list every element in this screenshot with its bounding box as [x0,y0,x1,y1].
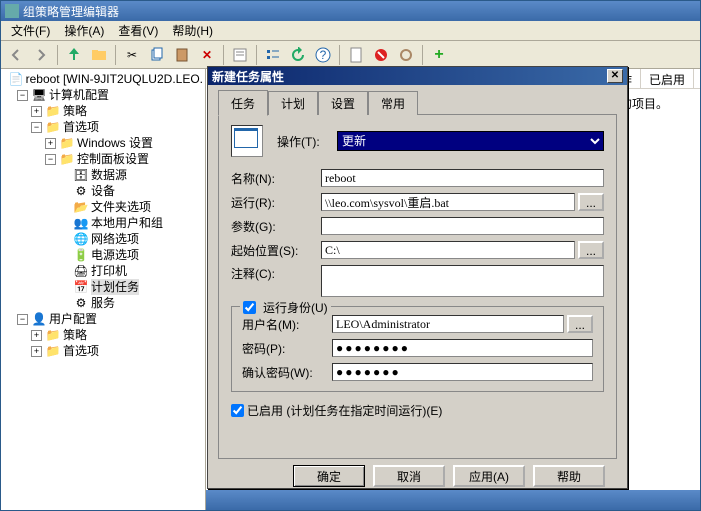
help-icon[interactable]: ? [312,44,334,66]
user-label: 用户名(M): [242,316,332,333]
delete-icon[interactable]: ✕ [196,44,218,66]
col-enabled[interactable]: 已启用 [641,69,694,88]
back-icon[interactable] [5,44,27,66]
tree-cp-settings[interactable]: −📁控制面板设置 [3,151,203,167]
comment-label: 注释(C): [231,265,321,282]
dialog-title: 新建任务属性 [212,68,284,85]
run-label: 运行(R): [231,194,321,211]
copy-icon[interactable] [146,44,168,66]
name-label: 名称(N): [231,170,321,187]
tab-common[interactable]: 常用 [368,91,418,115]
folder-icon[interactable] [88,44,110,66]
user-input[interactable] [332,315,564,333]
cancel-button[interactable]: 取消 [373,465,445,487]
comment-input[interactable] [321,265,604,297]
tree-network-options[interactable]: 🌐网络选项 [3,231,203,247]
tree-preferences[interactable]: −📁首选项 [3,119,203,135]
enabled-label: 已启用 (计划任务在指定时间运行)(E) [247,402,442,419]
menu-file[interactable]: 文件(F) [5,20,56,41]
page-icon[interactable] [345,44,367,66]
menu-action[interactable]: 操作(A) [58,20,110,41]
forward-icon[interactable] [30,44,52,66]
tree-view[interactable]: 📄reboot [WIN-9JIT2UQLU2D.LEO. −🖥计算机配置 +📁… [1,69,206,510]
dialog-titlebar: 新建任务属性 ✕ [208,67,627,85]
tab-schedule[interactable]: 计划 [268,91,318,115]
runas-legend: 运行身份(U) [263,299,328,316]
user-browse-button[interactable]: ... [567,315,593,333]
menubar: 文件(F) 操作(A) 查看(V) 帮助(H) [1,21,700,41]
tree-scheduled-tasks[interactable]: 📅计划任务 [3,279,203,295]
tree-computer-cfg[interactable]: −🖥计算机配置 [3,87,203,103]
tree-power-options[interactable]: 🔋电源选项 [3,247,203,263]
tree-policies[interactable]: +📁策略 [3,103,203,119]
main-titlebar: 组策略管理编辑器 [1,1,700,21]
args-input[interactable] [321,217,604,235]
main-title: 组策略管理编辑器 [23,3,119,20]
toolbar: ✂ ✕ ? + [1,41,700,69]
new-task-dialog: 新建任务属性 ✕ 任务 计划 设置 常用 操作(T): 更新 名称(N): [207,66,628,489]
start-label: 起始位置(S): [231,242,321,259]
help-button[interactable]: 帮助 [533,465,605,487]
task-icon [231,125,263,157]
cut-icon[interactable]: ✂ [121,44,143,66]
refresh-icon[interactable] [287,44,309,66]
circle-icon[interactable] [395,44,417,66]
tabstrip: 任务 计划 设置 常用 [218,93,617,115]
tree-printers[interactable]: 🖨打印机 [3,263,203,279]
start-input[interactable] [321,241,575,259]
tree-local-users[interactable]: 👥本地用户和组 [3,215,203,231]
tree-datasources[interactable]: 🗄数据源 [3,167,203,183]
start-browse-button[interactable]: ... [578,241,604,259]
runas-checkbox[interactable] [243,301,256,314]
tree-folder-options[interactable]: 📂文件夹选项 [3,199,203,215]
tab-settings[interactable]: 设置 [318,91,368,115]
action-select[interactable]: 更新 [337,131,604,151]
tree-services[interactable]: ⚙服务 [3,295,203,311]
bottom-bar [206,490,700,510]
dialog-buttons: 确定 取消 应用(A) 帮助 [218,459,617,487]
add-icon[interactable]: + [428,44,450,66]
close-icon[interactable]: ✕ [607,69,623,83]
name-input[interactable] [321,169,604,187]
action-label: 操作(T): [277,133,337,150]
tree-root[interactable]: 📄reboot [WIN-9JIT2UQLU2D.LEO. [3,71,203,87]
up-icon[interactable] [63,44,85,66]
pwd-input[interactable] [332,339,593,357]
enabled-checkbox[interactable] [231,404,244,417]
tree-devices[interactable]: ⚙设备 [3,183,203,199]
tree-u-policies[interactable]: +📁策略 [3,327,203,343]
run-browse-button[interactable]: ... [578,193,604,211]
tree-user-cfg[interactable]: −👤用户配置 [3,311,203,327]
runas-group: 运行身份(U) 用户名(M): ... 密码(P): 确认密码(W): [231,306,604,392]
paste-icon[interactable] [171,44,193,66]
tree-windows-settings[interactable]: +📁Windows 设置 [3,135,203,151]
stop-icon[interactable] [370,44,392,66]
list-icon[interactable] [262,44,284,66]
apply-button[interactable]: 应用(A) [453,465,525,487]
properties-icon[interactable] [229,44,251,66]
pwd-label: 密码(P): [242,340,332,357]
ok-button[interactable]: 确定 [293,465,365,487]
menu-help[interactable]: 帮助(H) [166,20,219,41]
args-label: 参数(G): [231,218,321,235]
svg-text:?: ? [320,48,327,62]
pwd2-input[interactable] [332,363,593,381]
pwd2-label: 确认密码(W): [242,364,332,381]
app-icon [5,4,19,18]
tab-panel: 操作(T): 更新 名称(N): 运行(R): ... 参数(G): 起始位置(… [218,114,617,459]
menu-view[interactable]: 查看(V) [112,20,164,41]
tree-u-preferences[interactable]: +📁首选项 [3,343,203,359]
run-input[interactable] [321,193,575,211]
tab-task[interactable]: 任务 [218,90,268,116]
